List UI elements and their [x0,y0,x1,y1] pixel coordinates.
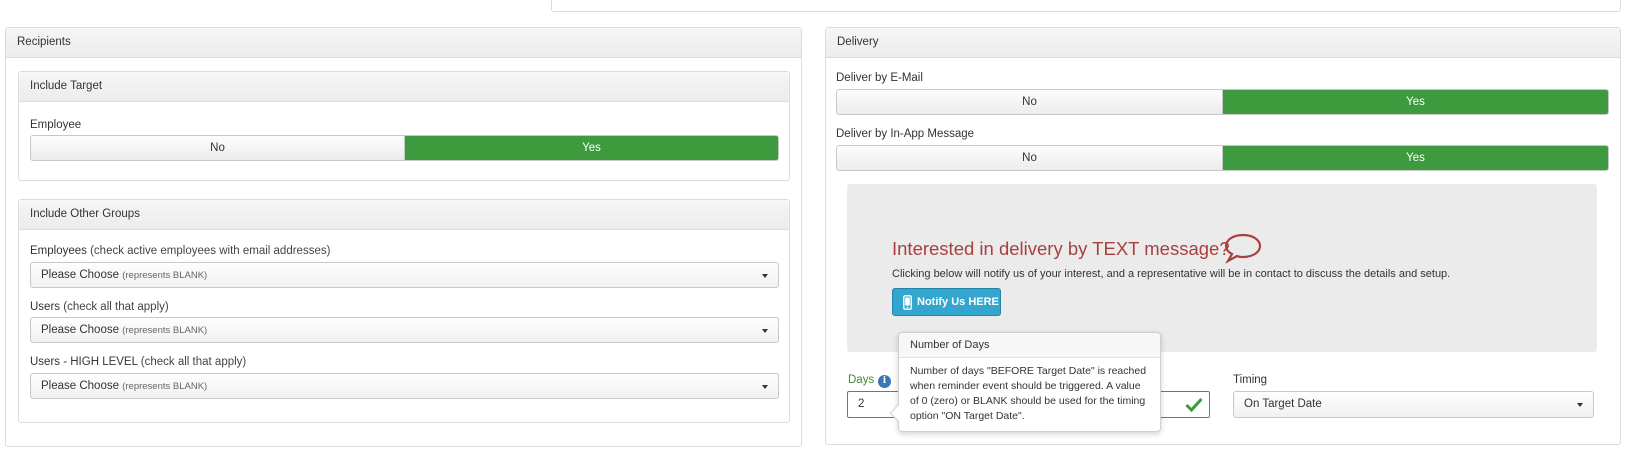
notify-us-button-label: Notify Us HERE [917,296,999,308]
top-panel-edge [551,0,1621,12]
include-other-groups-heading: Include Other Groups [19,200,789,230]
employees-select-hint: (represents BLANK) [122,270,208,281]
users-high-label-hint: (check all that apply) [140,356,247,368]
chevron-down-icon [762,274,768,278]
speech-bubble-icon [1224,233,1262,264]
checkmark-icon [1185,397,1203,412]
deliver-inapp-label: Deliver by In-App Message [836,128,975,140]
users-label: Users (check all that apply) [30,301,169,313]
employees-label-text: Employees [30,245,87,257]
users-select[interactable]: Please Choose (represents BLANK) [30,317,779,343]
employees-label-hint: (check active employees with email addre… [90,245,331,257]
users-high-select-value: Please Choose [41,380,119,392]
users-label-text: Users [30,301,61,313]
days-input-value: 2 [858,398,865,410]
users-high-select-hint: (represents BLANK) [122,381,208,392]
deliver-email-toggle: No Yes [836,89,1609,115]
employee-yes-option[interactable]: Yes [405,136,778,160]
deliver-email-label: Deliver by E-Mail [836,72,923,84]
users-select-value: Please Choose [41,324,119,336]
timing-label: Timing [1233,374,1268,386]
employee-no-option[interactable]: No [31,136,405,160]
include-other-groups-panel: Include Other Groups Employees (check ac… [18,199,790,423]
text-message-promo: Interested in delivery by TEXT message? … [847,184,1597,352]
days-label: Days [848,374,875,386]
users-label-hint: (check all that apply) [63,301,169,313]
mobile-phone-icon [903,295,912,310]
chevron-down-icon [762,329,768,333]
deliver-email-yes-option[interactable]: Yes [1223,90,1608,114]
users-high-label-text: Users - HIGH LEVEL [30,356,138,368]
promo-description: Clicking below will notify us of your in… [892,268,1451,280]
employees-select-value: Please Choose [41,269,119,281]
timing-select-value: On Target Date [1244,398,1322,410]
chevron-down-icon [762,385,768,389]
recipients-panel: Recipients Include Target Employee No Ye… [5,27,802,447]
users-high-label: Users - HIGH LEVEL (check all that apply… [30,356,246,368]
promo-title: Interested in delivery by TEXT message? [892,238,1230,259]
delivery-heading: Delivery [826,28,1620,58]
notify-us-button[interactable]: Notify Us HERE [892,288,1001,316]
info-icon[interactable]: i [878,375,891,388]
chevron-down-icon [1577,403,1583,407]
timing-select[interactable]: On Target Date [1233,391,1594,418]
include-target-panel: Include Target Employee No Yes [18,71,790,181]
popover-body: Number of days "BEFORE Target Date" is r… [910,365,1147,422]
deliver-inapp-toggle: No Yes [836,145,1609,171]
days-help-popover: Number of Days Number of days "BEFORE Ta… [889,332,1161,432]
employee-label: Employee [30,119,82,131]
employees-label: Employees (check active employees with e… [30,245,330,257]
popover-title: Number of Days [899,333,1160,358]
deliver-email-no-option[interactable]: No [837,90,1223,114]
users-select-hint: (represents BLANK) [122,325,208,336]
users-high-select[interactable]: Please Choose (represents BLANK) [30,373,779,399]
deliver-inapp-yes-option[interactable]: Yes [1223,146,1608,170]
recipients-heading: Recipients [6,28,801,58]
include-target-heading: Include Target [19,72,789,102]
employees-select[interactable]: Please Choose (represents BLANK) [30,262,779,288]
employee-toggle: No Yes [30,135,779,161]
deliver-inapp-no-option[interactable]: No [837,146,1223,170]
